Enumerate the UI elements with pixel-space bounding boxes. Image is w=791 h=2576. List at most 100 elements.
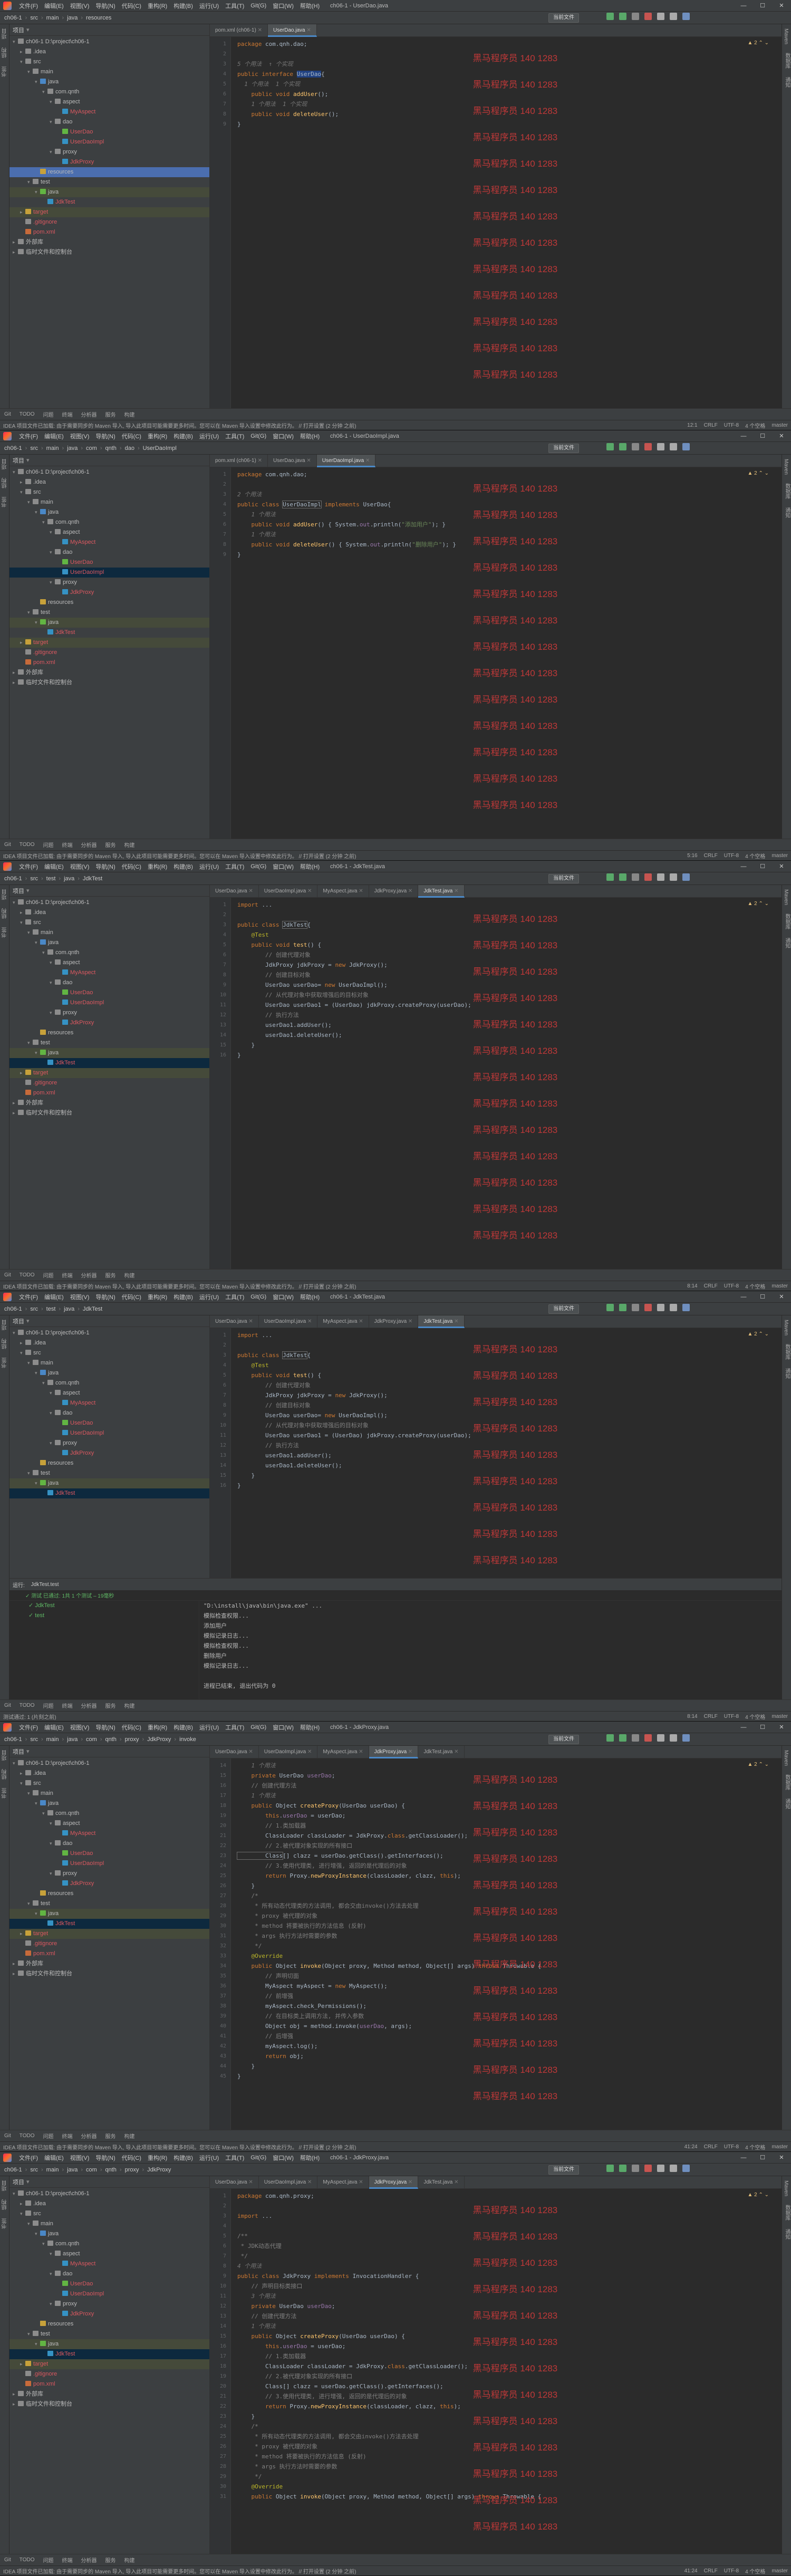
menu-item[interactable]: 窗口(W) (269, 2154, 297, 2162)
breadcrumb-item[interactable]: src (28, 1306, 40, 1312)
bottom-tool-button[interactable]: 分析器 (77, 841, 101, 849)
debug-icon[interactable] (619, 1304, 626, 1311)
tree-node[interactable]: ▾ ch06-1 D:\project\ch06-1 (9, 2189, 209, 2199)
chevron-down-icon[interactable]: ▾ (35, 2339, 40, 2349)
tree-node[interactable]: ▾ test (9, 177, 209, 187)
tree-node[interactable]: MyAspect (9, 1398, 209, 1408)
cursor-position[interactable]: 8:14 (684, 1714, 700, 1719)
bottom-tool-button[interactable]: Git (0, 842, 15, 848)
close-tab-icon[interactable]: ✕ (407, 2179, 412, 2185)
bottom-tool-button[interactable]: TODO (15, 1703, 39, 1708)
editor-tab[interactable]: MyAspect.java ✕ (317, 1746, 369, 1758)
search-icon[interactable] (657, 13, 664, 20)
breadcrumb-item[interactable]: test (45, 876, 57, 882)
breadcrumb-item[interactable]: proxy (123, 2167, 141, 2173)
menu-item[interactable]: 帮助(H) (297, 432, 323, 440)
chevron-down-icon[interactable]: ▾ (13, 1758, 18, 1768)
breadcrumb-item[interactable]: main (45, 1736, 61, 1743)
editor-tab[interactable]: UserDaoImpl.java ✕ (259, 2176, 318, 2189)
bottom-tool-button[interactable]: 分析器 (77, 2556, 101, 2564)
menu-item[interactable]: 编辑(E) (41, 2, 67, 10)
bottom-tool-button[interactable]: 问题 (39, 2556, 58, 2564)
code-editor[interactable]: 1 2 3 4 5 6 7 8 9 10 11 12 13 14 15 16 import ... public… (210, 898, 782, 1269)
tree-node[interactable]: pom.xml (9, 227, 209, 237)
warning-indicator-icon[interactable]: ▲ 2 ⌃ ⌄ (747, 2192, 769, 2198)
status-indent[interactable]: 4 个空格 (742, 2567, 768, 2575)
editor-tab[interactable]: UserDaoImpl.java ✕ (316, 455, 376, 467)
search-icon[interactable] (657, 2165, 664, 2172)
chevron-down-icon[interactable]: ▾ (50, 1869, 55, 1879)
chevron-down-icon[interactable]: ▾ (27, 67, 33, 77)
chevron-down-icon[interactable]: ▾ (27, 1358, 33, 1368)
close-tab-icon[interactable]: ✕ (357, 2179, 363, 2185)
chevron-right-icon[interactable]: ▸ (20, 207, 25, 217)
bottom-tool-button[interactable]: 分析器 (77, 410, 101, 418)
close-tab-icon[interactable]: ✕ (357, 1319, 363, 1324)
tree-node[interactable]: ▾ src (9, 1779, 209, 1789)
editor-tab[interactable]: UserDao.java ✕ (210, 885, 259, 898)
tree-node[interactable]: pom.xml (9, 1949, 209, 1959)
tree-node[interactable]: ▾ proxy (9, 1869, 209, 1879)
project-tool-button[interactable]: 项目 (0, 455, 10, 474)
tree-node[interactable]: MyAspect (9, 2259, 209, 2269)
chevron-down-icon[interactable]: ▾ (26, 1318, 30, 1324)
breadcrumb-item[interactable]: ch06-1 (0, 445, 24, 451)
bottom-tool-button[interactable]: TODO (15, 2557, 39, 2563)
tree-node[interactable]: UserDao (9, 1418, 209, 1428)
chevron-down-icon[interactable]: ▾ (27, 1789, 33, 1799)
chevron-down-icon[interactable]: ▾ (26, 457, 30, 464)
tree-node[interactable]: UserDaoImpl (9, 1859, 209, 1869)
menu-item[interactable]: 视图(V) (67, 2, 93, 10)
tree-node[interactable]: ▾ src (9, 1348, 209, 1358)
run-config-select[interactable]: 当前文件 (548, 444, 579, 453)
tree-node[interactable]: ▾ java (9, 2339, 209, 2349)
tree-node[interactable]: ▾ java (9, 618, 209, 628)
bookmarks-tool-button[interactable]: 书签 (0, 2214, 10, 2233)
editor-tab[interactable]: MyAspect.java ✕ (317, 885, 369, 898)
status-encoding[interactable]: UTF-8 (721, 853, 742, 859)
search-icon[interactable] (657, 1304, 664, 1311)
tree-node[interactable]: JdkProxy (9, 588, 209, 598)
tree-node[interactable]: JdkProxy (9, 1879, 209, 1889)
tree-node[interactable]: ▸ target (9, 2359, 209, 2369)
tree-node[interactable]: UserDaoImpl (9, 2289, 209, 2299)
tree-node[interactable]: ▾ com.qnth (9, 517, 209, 527)
menu-item[interactable]: 文件(F) (16, 2154, 41, 2162)
menu-item[interactable]: 导航(N) (92, 1293, 118, 1301)
avatar-icon[interactable] (682, 1304, 690, 1311)
tree-node[interactable]: ▾ proxy (9, 1008, 209, 1018)
chevron-down-icon[interactable]: ▾ (50, 1839, 55, 1849)
chevron-down-icon[interactable]: ▾ (42, 1378, 47, 1388)
tree-node[interactable]: ▾ dao (9, 1839, 209, 1849)
project-tool-button[interactable]: 项目 (0, 24, 10, 43)
tree-node[interactable]: resources (9, 167, 209, 177)
bottom-tool-button[interactable]: 服务 (101, 1271, 120, 1279)
project-tool-button[interactable]: 项目 (0, 1315, 10, 1334)
breadcrumb-item[interactable]: src (28, 876, 40, 882)
chevron-down-icon[interactable]: ▾ (27, 608, 33, 618)
chevron-down-icon[interactable]: ▾ (26, 26, 30, 33)
tree-node[interactable]: ▾ src (9, 57, 209, 67)
status-encoding-crlf[interactable]: CRLF (701, 2144, 721, 2150)
status-branch[interactable]: master (768, 422, 791, 428)
tree-node[interactable]: MyAspect (9, 968, 209, 978)
chevron-down-icon[interactable]: ▾ (20, 2209, 25, 2219)
menu-item[interactable]: 编辑(E) (41, 432, 67, 440)
menu-item[interactable]: 重构(R) (144, 1293, 170, 1301)
chevron-down-icon[interactable]: ▾ (35, 618, 40, 628)
chevron-right-icon[interactable]: ▸ (13, 247, 18, 257)
breadcrumb-item[interactable]: qnth (103, 445, 118, 451)
close-tab-icon[interactable]: ✕ (357, 888, 363, 894)
tree-node[interactable]: ▾ main (9, 928, 209, 938)
tree-node[interactable]: .gitignore (9, 217, 209, 227)
editor-tab[interactable]: UserDao.java ✕ (268, 455, 317, 467)
minimize-icon[interactable]: — (734, 0, 753, 12)
breadcrumb-item[interactable]: qnth (103, 1736, 118, 1743)
tree-node[interactable]: UserDaoImpl (9, 1428, 209, 1438)
code-editor[interactable]: 1 2 3 4 5 6 7 8 9 10 11 12 13 14 15 16 import ... public … (210, 1328, 782, 1578)
minimize-icon[interactable]: — (734, 430, 753, 442)
menu-item[interactable]: Git(G) (247, 2155, 269, 2161)
code-editor[interactable]: 1 2 3 4 5 6 7 8 9 10 11 12 13 14 15 16 17 18 19 20 21 22 23 24 2… (210, 2189, 782, 2554)
chevron-down-icon[interactable]: ▾ (35, 1799, 40, 1809)
chevron-down-icon[interactable]: ▾ (50, 2269, 55, 2279)
